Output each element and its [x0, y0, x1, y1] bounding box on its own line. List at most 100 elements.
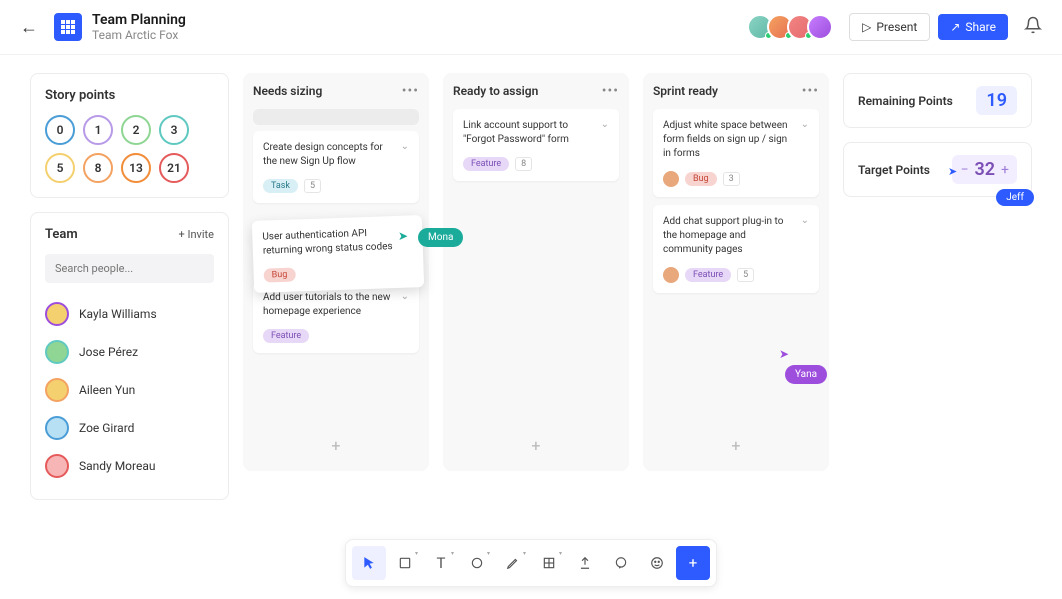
task-points: 5 [304, 179, 321, 193]
board: Story points 0123581321 Team + Invite Ka… [0, 55, 1062, 500]
avatar [45, 302, 69, 326]
task-tag: Bug [263, 268, 295, 283]
assignee-avatar [663, 171, 679, 187]
remaining-label: Remaining Points [858, 94, 953, 108]
presence-avatars[interactable] [753, 14, 833, 40]
chevron-down-icon[interactable]: ⌄ [401, 291, 409, 302]
task-card[interactable]: ⌄Link account support to "Forgot Passwor… [453, 109, 619, 181]
team-member[interactable]: Sandy Moreau [45, 447, 214, 485]
target-label: Target Points [858, 163, 930, 177]
story-points-card: Story points 0123 58 13 21 [30, 73, 229, 198]
bell-icon[interactable] [1024, 16, 1042, 39]
story-point-chip[interactable]: 1 [83, 115, 113, 145]
tool-grid[interactable]: ▾ [532, 546, 566, 580]
chevron-down-icon[interactable]: ⌄ [601, 119, 609, 130]
task-description: Add chat support plug-in to the homepage… [663, 215, 809, 257]
page-title: Team Planning [92, 12, 186, 28]
share-button[interactable]: ↗ Share [938, 14, 1008, 40]
remote-cursor-mona: ➤ Mona [398, 225, 463, 244]
present-button[interactable]: ▷ Present [849, 13, 930, 41]
tool-shape[interactable]: ▾ [460, 546, 494, 580]
task-description: Adjust white space between form fields o… [663, 119, 809, 161]
team-member[interactable]: Aileen Yun [45, 371, 214, 409]
cursor-label: Yana [785, 365, 827, 384]
story-point-chip[interactable]: 8 [83, 153, 113, 183]
tool-comment[interactable] [604, 546, 638, 580]
cursor-label: Jeff [996, 189, 1034, 206]
add-task-button[interactable]: + [653, 430, 819, 461]
add-task-button[interactable]: + [453, 430, 619, 461]
team-member[interactable]: Zoe Girard [45, 409, 214, 447]
chevron-down-icon[interactable]: ⌄ [801, 119, 809, 130]
story-point-chip[interactable]: 5 [45, 153, 75, 183]
tool-stamp[interactable] [640, 546, 674, 580]
cursor-icon: ➤ [948, 165, 957, 178]
team-title: Team [45, 227, 78, 242]
avatar [45, 454, 69, 478]
more-icon[interactable]: ••• [602, 83, 619, 99]
toolbar: ▾ T▾ ▾ ▾ ▾ + [345, 539, 717, 587]
task-card[interactable]: ⌄Add chat support plug-in to the homepag… [653, 205, 819, 293]
story-point-chip[interactable]: 21 [159, 153, 189, 183]
tool-pen[interactable]: ▾ [496, 546, 530, 580]
story-point-chip[interactable]: 2 [121, 115, 151, 145]
kanban-column: Ready to assign ••• ⌄Link account support … [443, 73, 629, 471]
avatar [45, 416, 69, 440]
assignee-avatar [663, 267, 679, 283]
target-value: 32 [974, 159, 995, 180]
column-title: Needs sizing [253, 84, 322, 98]
column-title: Sprint ready [653, 84, 718, 98]
play-icon: ▷ [862, 20, 871, 34]
header: ← Team Planning Team Arctic Fox ▷ Presen… [0, 0, 1062, 55]
task-tag: Feature [685, 268, 731, 282]
avatar [45, 378, 69, 402]
page-subtitle: Team Arctic Fox [92, 28, 186, 42]
invite-button[interactable]: + Invite [178, 228, 213, 241]
task-points: 8 [515, 157, 532, 171]
cursor-label: Mona [418, 228, 463, 247]
member-name: Zoe Girard [79, 421, 134, 435]
member-name: Kayla Williams [79, 307, 157, 321]
remote-cursor-jeff: Jeff [996, 185, 1034, 206]
task-card[interactable]: ⌄Create design concepts for the new Sign… [253, 131, 419, 203]
team-member[interactable]: Kayla Williams [45, 295, 214, 333]
story-point-chip[interactable]: 13 [121, 153, 151, 183]
avatar[interactable] [807, 14, 833, 40]
increment-button[interactable]: + [1001, 162, 1009, 178]
tool-pointer[interactable] [352, 546, 386, 580]
story-point-chip[interactable]: 0 [45, 115, 75, 145]
task-description: Create design concepts for the new Sign … [263, 141, 409, 169]
task-description: Add user tutorials to the new homepage e… [263, 291, 409, 319]
member-name: Aileen Yun [79, 383, 135, 397]
column-title: Ready to assign [453, 84, 538, 98]
add-task-button[interactable]: + [253, 430, 419, 461]
tool-sticky[interactable]: ▾ [388, 546, 422, 580]
team-member[interactable]: Jose Pérez [45, 333, 214, 371]
remaining-value: 19 [976, 86, 1017, 115]
member-name: Jose Pérez [79, 345, 138, 359]
tool-text[interactable]: T▾ [424, 546, 458, 580]
more-icon[interactable]: ••• [402, 83, 419, 99]
tool-upload[interactable] [568, 546, 602, 580]
task-card[interactable]: ⌄Adjust white space between form fields … [653, 109, 819, 197]
present-label: Present [876, 20, 917, 34]
task-description: User authentication API returning wrong … [262, 225, 413, 258]
search-input[interactable] [45, 254, 214, 283]
story-points-title: Story points [45, 88, 214, 103]
chevron-down-icon[interactable]: ⌄ [401, 141, 409, 152]
task-points: 5 [737, 268, 754, 282]
avatar [45, 340, 69, 364]
story-point-chip[interactable]: 3 [159, 115, 189, 145]
back-arrow-icon[interactable]: ← [20, 17, 38, 38]
member-name: Sandy Moreau [79, 459, 155, 473]
tool-add[interactable]: + [676, 546, 710, 580]
chevron-down-icon[interactable]: ⌄ [801, 215, 809, 226]
app-icon[interactable] [54, 13, 82, 41]
decrement-button[interactable]: − [960, 162, 968, 178]
more-icon[interactable]: ••• [802, 83, 819, 99]
share-icon: ↗ [950, 20, 960, 34]
task-description: Link account support to "Forgot Password… [463, 119, 609, 147]
cursor-icon: ➤ [398, 229, 408, 243]
team-card: Team + Invite Kayla Williams Jose Pérez Ai… [30, 212, 229, 500]
remaining-points-card: Remaining Points 19 [843, 73, 1032, 128]
